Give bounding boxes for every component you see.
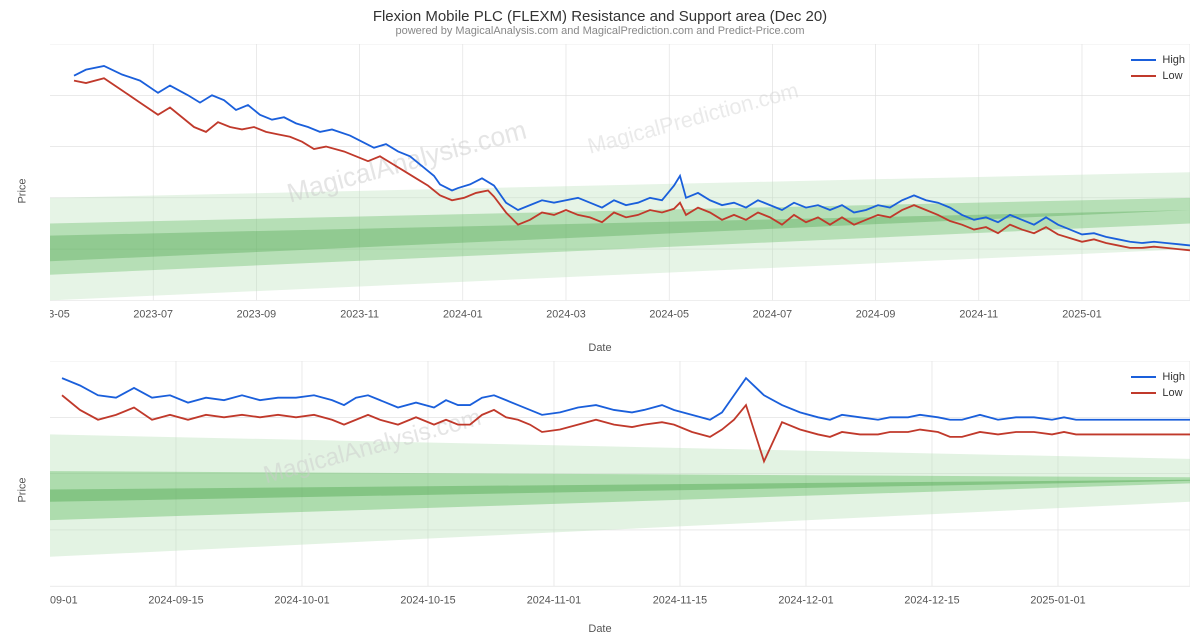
bottom-chart-inner: 9 8 7 6 2024-09-01 2024-09-15 2024-10-01… bbox=[50, 361, 1190, 618]
main-container: Flexion Mobile PLC (FLEXM) Resistance an… bbox=[0, 0, 1200, 600]
high-line-indicator bbox=[1131, 59, 1156, 61]
top-y-axis-label: Price bbox=[17, 178, 29, 203]
svg-text:2024-10-01: 2024-10-01 bbox=[274, 594, 329, 606]
top-chart-svg: 16 14 12 10 8 6 2023-05 2023-07 2023-09 … bbox=[50, 44, 1190, 337]
top-legend-high: High bbox=[1131, 54, 1185, 66]
bottom-low-label: Low bbox=[1162, 387, 1182, 399]
bottom-legend-low: Low bbox=[1131, 387, 1185, 399]
top-chart-inner: 16 14 12 10 8 6 2023-05 2023-07 2023-09 … bbox=[50, 44, 1190, 337]
svg-text:2024-09-15: 2024-09-15 bbox=[148, 594, 203, 606]
svg-text:2024-11-01: 2024-11-01 bbox=[527, 594, 581, 606]
top-chart-wrapper: Price bbox=[0, 39, 1200, 342]
svg-text:2023-09: 2023-09 bbox=[237, 308, 277, 320]
svg-text:2023-07: 2023-07 bbox=[133, 308, 173, 320]
top-high-label: High bbox=[1162, 54, 1185, 66]
top-chart-legend: High Low bbox=[1131, 54, 1185, 82]
svg-text:2025-01: 2025-01 bbox=[1062, 308, 1102, 320]
bottom-chart-svg: 9 8 7 6 2024-09-01 2024-09-15 2024-10-01… bbox=[50, 361, 1190, 618]
svg-text:2023-11: 2023-11 bbox=[340, 308, 379, 320]
low-line-indicator bbox=[1131, 75, 1156, 77]
bottom-low-line-indicator bbox=[1131, 392, 1156, 394]
svg-text:2023-05: 2023-05 bbox=[50, 308, 70, 320]
svg-text:2024-12-15: 2024-12-15 bbox=[904, 594, 959, 606]
bottom-chart-legend: High Low bbox=[1131, 371, 1185, 399]
svg-text:2024-09-01: 2024-09-01 bbox=[50, 594, 78, 606]
svg-text:2024-09: 2024-09 bbox=[856, 308, 896, 320]
svg-text:2024-12-01: 2024-12-01 bbox=[778, 594, 833, 606]
top-x-axis-label: Date bbox=[0, 342, 1200, 354]
svg-text:2024-05: 2024-05 bbox=[649, 308, 689, 320]
svg-text:2024-03: 2024-03 bbox=[546, 308, 586, 320]
chart-header: Flexion Mobile PLC (FLEXM) Resistance an… bbox=[0, 0, 1200, 39]
svg-text:2024-11: 2024-11 bbox=[959, 308, 998, 320]
chart-title: Flexion Mobile PLC (FLEXM) Resistance an… bbox=[0, 8, 1200, 25]
chart-subtitle: powered by MagicalAnalysis.com and Magic… bbox=[0, 25, 1200, 37]
svg-text:2024-01: 2024-01 bbox=[443, 308, 483, 320]
bottom-high-label: High bbox=[1162, 371, 1185, 383]
bottom-legend-high: High bbox=[1131, 371, 1185, 383]
bottom-high-line-indicator bbox=[1131, 376, 1156, 378]
svg-text:2025-01-01: 2025-01-01 bbox=[1030, 594, 1085, 606]
top-low-label: Low bbox=[1162, 70, 1182, 82]
svg-text:2024-07: 2024-07 bbox=[753, 308, 793, 320]
svg-text:2024-10-15: 2024-10-15 bbox=[400, 594, 455, 606]
bottom-y-axis-label: Price bbox=[17, 477, 29, 502]
bottom-chart-wrapper: Price bbox=[0, 356, 1200, 623]
top-legend-low: Low bbox=[1131, 70, 1185, 82]
bottom-x-axis-label: Date bbox=[0, 623, 1200, 635]
svg-text:2024-11-15: 2024-11-15 bbox=[653, 594, 707, 606]
